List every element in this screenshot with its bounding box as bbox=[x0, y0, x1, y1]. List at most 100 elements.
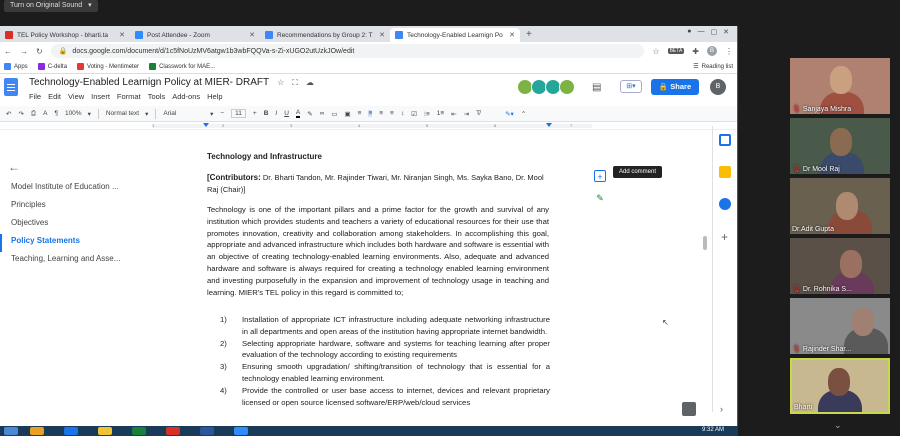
forward-icon[interactable]: → bbox=[20, 47, 28, 56]
add-comment-icon[interactable]: + bbox=[594, 170, 606, 182]
browser-tab[interactable]: Recommendations by Group 2: T ✕ bbox=[260, 28, 390, 42]
menu-format[interactable]: Format bbox=[117, 92, 141, 101]
outline-item[interactable]: Objectives bbox=[0, 216, 140, 234]
zoom-app-icon[interactable] bbox=[234, 427, 248, 435]
cloud-icon[interactable]: ☁ bbox=[306, 78, 314, 87]
word-icon[interactable] bbox=[200, 427, 214, 435]
zoom-select[interactable]: 100% ▾ bbox=[65, 110, 91, 118]
clear-formatting-icon[interactable]: T̸ bbox=[476, 110, 480, 117]
ie-icon[interactable] bbox=[64, 427, 78, 435]
bookmark-star-icon[interactable]: ☆ bbox=[652, 47, 659, 56]
italic-icon[interactable]: I bbox=[275, 110, 277, 117]
indent-marker[interactable] bbox=[203, 123, 209, 127]
explore-icon[interactable] bbox=[682, 402, 696, 416]
reading-list[interactable]: ☰ Reading list bbox=[693, 63, 733, 71]
browser-tab-active[interactable]: Technology-Enabled Learnign Po ✕ bbox=[390, 28, 520, 42]
scrollbar[interactable] bbox=[703, 236, 707, 250]
increase-indent-icon[interactable]: ⇥ bbox=[464, 110, 469, 118]
link-icon[interactable]: ∞ bbox=[320, 110, 325, 117]
close-window-icon[interactable]: ✕ bbox=[723, 28, 729, 36]
browser-tab[interactable]: TEL Policy Workshop - bharti.ta ✕ bbox=[0, 28, 130, 42]
calendar-icon[interactable] bbox=[718, 134, 731, 146]
original-sound-button[interactable]: Turn on Original Sound ▾ bbox=[4, 0, 98, 12]
explorer-icon[interactable] bbox=[30, 427, 44, 435]
account-icon[interactable]: B bbox=[707, 46, 717, 56]
font-size-decrease[interactable]: − bbox=[220, 110, 224, 117]
participant-tile[interactable]: 🎙 Dr. Rohnika S... bbox=[790, 238, 890, 294]
menu-tools[interactable]: Tools bbox=[148, 92, 166, 101]
chrome-icon[interactable] bbox=[166, 427, 180, 435]
right-indent-marker[interactable] bbox=[546, 123, 552, 127]
chevron-right-icon[interactable]: › bbox=[720, 404, 723, 414]
numbered-list-icon[interactable]: 1≡ bbox=[437, 110, 444, 117]
comment-icon[interactable]: ▭ bbox=[331, 110, 337, 118]
print-icon[interactable]: ⎙ bbox=[31, 110, 36, 118]
close-icon[interactable]: ✕ bbox=[119, 31, 125, 39]
menu-insert[interactable]: Insert bbox=[91, 92, 110, 101]
line-spacing-icon[interactable]: ↕ bbox=[401, 110, 404, 117]
comment-history-icon[interactable]: ▤ bbox=[592, 82, 601, 93]
font-size-input[interactable]: 11 bbox=[231, 109, 246, 118]
text-color-icon[interactable]: A bbox=[295, 109, 301, 118]
maximize-icon[interactable]: ▢ bbox=[711, 28, 718, 36]
editing-mode-icon[interactable]: ✎▾ bbox=[505, 110, 514, 118]
participant-tile[interactable]: 🎙 Sanjaya Mishra bbox=[790, 58, 890, 114]
outline-item[interactable]: Principles bbox=[0, 198, 140, 216]
font-select[interactable]: Arial ▾ bbox=[163, 110, 213, 118]
user-avatar[interactable]: B bbox=[710, 79, 726, 95]
browser-tab[interactable]: Post Attendee - Zoom ✕ bbox=[130, 28, 260, 42]
spellcheck-icon[interactable]: A bbox=[43, 110, 47, 117]
close-icon[interactable]: ✕ bbox=[379, 31, 385, 39]
present-button[interactable]: ⊞▾ bbox=[620, 80, 642, 93]
menu-addons[interactable]: Add-ons bbox=[172, 92, 200, 101]
back-icon[interactable]: ← bbox=[4, 47, 12, 56]
menu-view[interactable]: View bbox=[68, 92, 84, 101]
outline-item-active[interactable]: Policy Statements bbox=[0, 234, 140, 252]
doc-title[interactable]: Technology-Enabled Learnign Policy at MI… bbox=[29, 77, 269, 88]
decrease-indent-icon[interactable]: ⇤ bbox=[451, 110, 456, 118]
puzzle-icon[interactable]: ✚ bbox=[692, 47, 699, 56]
star-icon[interactable]: ☆ bbox=[277, 78, 284, 87]
justify-icon[interactable]: ≡ bbox=[390, 110, 394, 117]
chevron-down-icon[interactable]: ▾ bbox=[88, 2, 92, 9]
suggest-edit-icon[interactable]: ✎ bbox=[594, 192, 606, 204]
participant-tile-active-speaker[interactable]: Bharti bbox=[790, 358, 890, 414]
avatar[interactable] bbox=[559, 79, 575, 95]
participant-tile[interactable]: 🎙 Dr Mool Raj bbox=[790, 118, 890, 174]
close-icon[interactable]: ✕ bbox=[509, 31, 515, 39]
bookmark-mentimeter[interactable]: Voting - Mentimeter bbox=[77, 63, 139, 70]
add-on-plus-icon[interactable]: + bbox=[713, 230, 736, 244]
align-center-icon[interactable]: ≡ bbox=[368, 110, 373, 117]
align-left-icon[interactable]: ≡ bbox=[358, 110, 362, 117]
redo-icon[interactable]: ↷ bbox=[18, 110, 23, 118]
image-icon[interactable]: ▣ bbox=[345, 110, 351, 118]
outline-item[interactable]: Model Institute of Education ... bbox=[0, 180, 140, 198]
style-select[interactable]: Normal text ▾ bbox=[106, 110, 149, 118]
new-tab-button[interactable]: + bbox=[520, 28, 538, 42]
more-icon[interactable]: ⋮ bbox=[725, 47, 733, 56]
bookmark-cdelta[interactable]: C-delta bbox=[37, 63, 67, 70]
minimize-icon[interactable]: — bbox=[698, 28, 705, 36]
profile-icon[interactable]: ● bbox=[687, 28, 691, 36]
participant-tile[interactable]: 🎙 Rajinder Shar... bbox=[790, 298, 890, 354]
tasks-icon[interactable] bbox=[718, 198, 731, 210]
extension-icon[interactable]: BETA bbox=[667, 48, 685, 54]
menu-help[interactable]: Help bbox=[207, 92, 222, 101]
bookmark-apps[interactable]: Apps bbox=[4, 63, 28, 70]
start-icon[interactable] bbox=[4, 427, 18, 435]
url-field[interactable]: 🔒 docs.google.com/document/d/1c5fNoUzMV6a… bbox=[50, 44, 645, 58]
menu-file[interactable]: File bbox=[29, 92, 41, 101]
bookmark-classwork[interactable]: Classwork for MAE... bbox=[149, 63, 215, 70]
underline-icon[interactable]: U bbox=[284, 110, 289, 117]
bulleted-list-icon[interactable]: ⁝≡ bbox=[424, 110, 430, 118]
folder-icon[interactable] bbox=[98, 427, 112, 435]
align-right-icon[interactable]: ≡ bbox=[379, 110, 383, 117]
highlight-icon[interactable]: ✎ bbox=[307, 110, 312, 118]
menu-edit[interactable]: Edit bbox=[48, 92, 61, 101]
keep-icon[interactable] bbox=[718, 166, 731, 178]
chevron-down-icon[interactable]: ⌄ bbox=[834, 420, 842, 431]
share-button[interactable]: 🔒 Share bbox=[651, 79, 699, 95]
document-page[interactable]: Technology and Infrastructure [Contribut… bbox=[200, 150, 560, 436]
outline-item[interactable]: Teaching, Learning and Asse... bbox=[0, 252, 140, 270]
participant-tile[interactable]: Dr.Adit Gupta bbox=[790, 178, 890, 234]
